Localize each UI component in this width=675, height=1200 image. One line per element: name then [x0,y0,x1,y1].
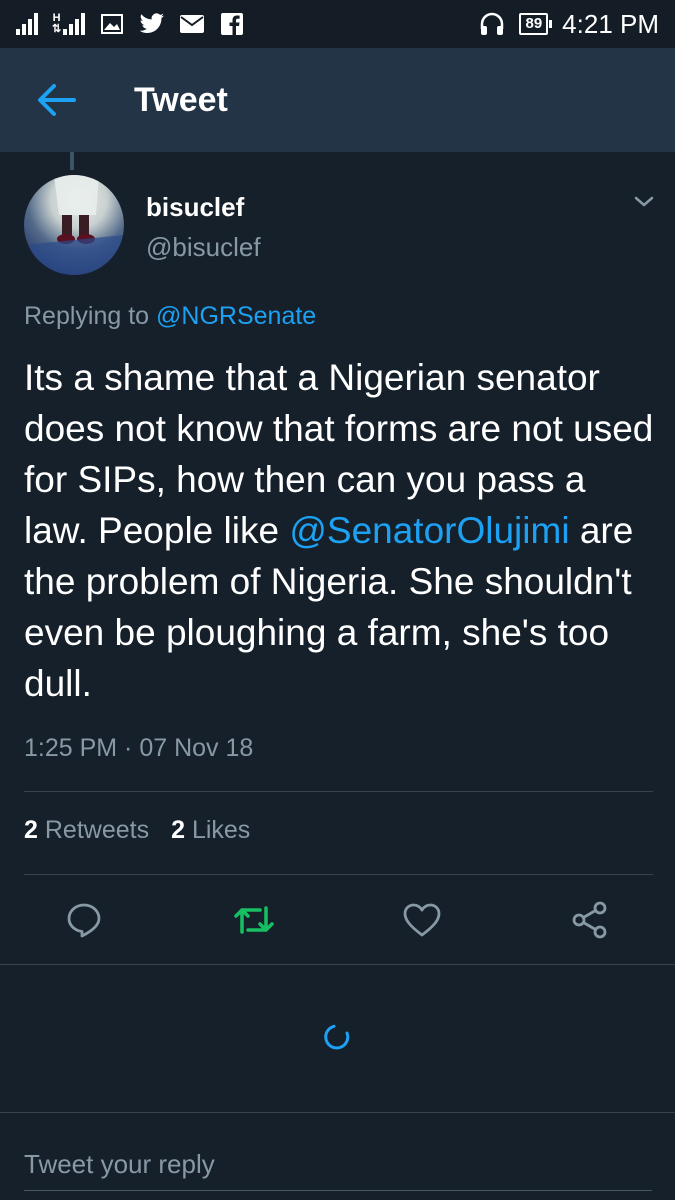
tweet-actions [0,890,675,950]
signal-icon [16,13,38,35]
page-title: Tweet [134,80,228,119]
like-button[interactable] [400,898,444,942]
app-bar: Tweet [0,48,675,152]
likes-stat[interactable]: 2 Likes [171,816,250,845]
twitter-icon [139,13,165,35]
replying-prefix: Replying to [24,302,157,330]
like-count: 2 [171,816,185,844]
divider [24,791,653,792]
retweets-stat[interactable]: 2 Retweets [24,816,149,845]
reply-composer [0,1112,675,1200]
data-signal-icon: H ⇅ [52,13,86,35]
reply-button[interactable] [62,898,106,942]
status-time: 4:21 PM [562,8,659,39]
retweet-label: Retweets [44,816,150,844]
battery-icon: 89 [519,13,552,35]
retweet-button[interactable] [232,898,276,942]
tweet-mention-link[interactable]: @SenatorOlujimi [289,510,569,551]
retweet-count: 2 [24,816,38,844]
like-label: Likes [191,816,251,844]
tweet-text: Its a shame that a Nigerian senator does… [24,352,654,709]
retweet-icon [234,906,274,934]
replying-to: Replying to @NGRSenate [24,302,316,331]
mail-icon [179,13,205,35]
loading-spinner-icon [322,1022,352,1052]
heart-icon [403,903,441,937]
chevron-down-icon[interactable] [628,190,660,214]
replying-to-mention[interactable]: @NGRSenate [156,302,316,330]
author-handle[interactable]: @bisuclef [146,232,261,263]
divider [24,874,653,875]
arrow-left-icon [38,84,76,116]
share-button[interactable] [568,898,612,942]
author-name[interactable]: bisuclef [146,192,244,223]
back-button[interactable] [28,72,84,128]
share-icon [572,901,607,939]
thread-connector-line [70,152,74,170]
facebook-icon [219,13,245,35]
gallery-icon [99,13,125,35]
tweet-timestamp: 1:25 PM · 07 Nov 18 [24,734,254,762]
headphones-icon [479,12,505,35]
reply-icon [67,903,101,938]
divider [0,964,675,965]
tweet-stats: 2 Retweets 2 Likes [24,816,250,845]
battery-level: 89 [525,15,543,32]
status-bar: H ⇅ 89 4:21 PM [0,0,675,48]
avatar[interactable] [24,175,124,275]
reply-input[interactable] [24,1139,652,1191]
